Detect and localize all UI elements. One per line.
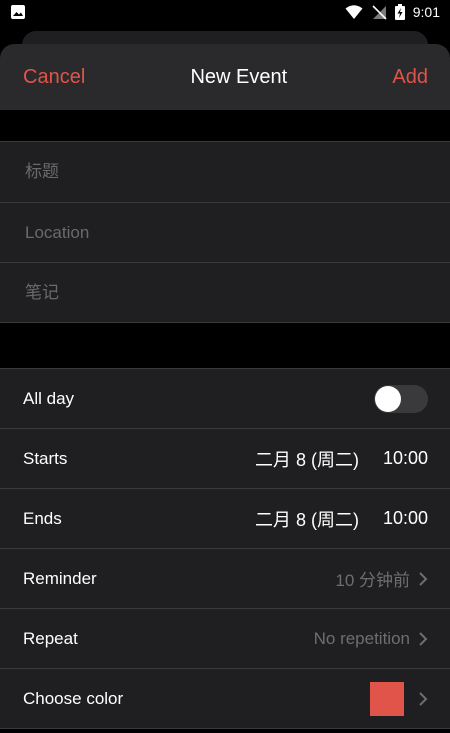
starts-label: Starts	[23, 448, 68, 468]
page-title: New Event	[190, 65, 288, 88]
chevron-right-icon	[418, 571, 428, 587]
title-row	[0, 142, 450, 202]
choose-color-row[interactable]: Choose color	[0, 669, 450, 729]
repeat-label: Repeat	[23, 628, 78, 648]
ends-label: Ends	[23, 508, 62, 528]
chevron-right-icon	[418, 691, 428, 707]
status-time: 9:01	[412, 4, 440, 20]
cancel-button[interactable]: Cancel	[23, 66, 85, 89]
add-button[interactable]: Add	[392, 66, 428, 89]
color-swatch[interactable]	[370, 681, 404, 716]
all-day-label: All day	[23, 388, 75, 408]
nav-bar: Cancel New Event Add	[0, 44, 450, 110]
event-details-group	[0, 141, 450, 323]
notes-input[interactable]	[23, 281, 427, 304]
ends-row[interactable]: Ends 二月 8 (周二) 10:00	[0, 489, 450, 549]
choose-color-label: Choose color	[23, 688, 124, 708]
chevron-right-icon	[418, 631, 428, 647]
location-row	[0, 202, 450, 262]
wifi-icon	[345, 4, 363, 20]
ends-date[interactable]: 二月 8 (周二)	[255, 506, 359, 532]
reminder-value: 10 分钟前	[335, 571, 410, 590]
image-icon	[10, 4, 26, 20]
repeat-row[interactable]: Repeat No repetition	[0, 609, 450, 669]
repeat-value: No repetition	[313, 628, 410, 648]
no-sim-icon	[371, 4, 387, 20]
notes-row	[0, 262, 450, 322]
starts-row[interactable]: Starts 二月 8 (周二) 10:00	[0, 429, 450, 489]
status-bar: 9:01	[0, 0, 450, 24]
all-day-toggle[interactable]	[374, 384, 428, 413]
toggle-knob	[375, 385, 401, 412]
starts-time[interactable]: 10:00	[383, 448, 428, 469]
title-input[interactable]	[23, 161, 427, 183]
starts-date[interactable]: 二月 8 (周二)	[255, 446, 359, 472]
new-event-sheet: Cancel New Event Add All day Starts 二月 8…	[0, 44, 450, 733]
reminder-row[interactable]: Reminder 10 分钟前	[0, 549, 450, 609]
reminder-label: Reminder	[23, 568, 97, 588]
location-input[interactable]	[23, 221, 427, 244]
event-settings-group: All day Starts 二月 8 (周二) 10:00 Ends 二月 8…	[0, 368, 450, 729]
battery-charging-icon	[394, 4, 405, 20]
all-day-row: All day	[0, 369, 450, 429]
ends-time[interactable]: 10:00	[383, 508, 428, 529]
